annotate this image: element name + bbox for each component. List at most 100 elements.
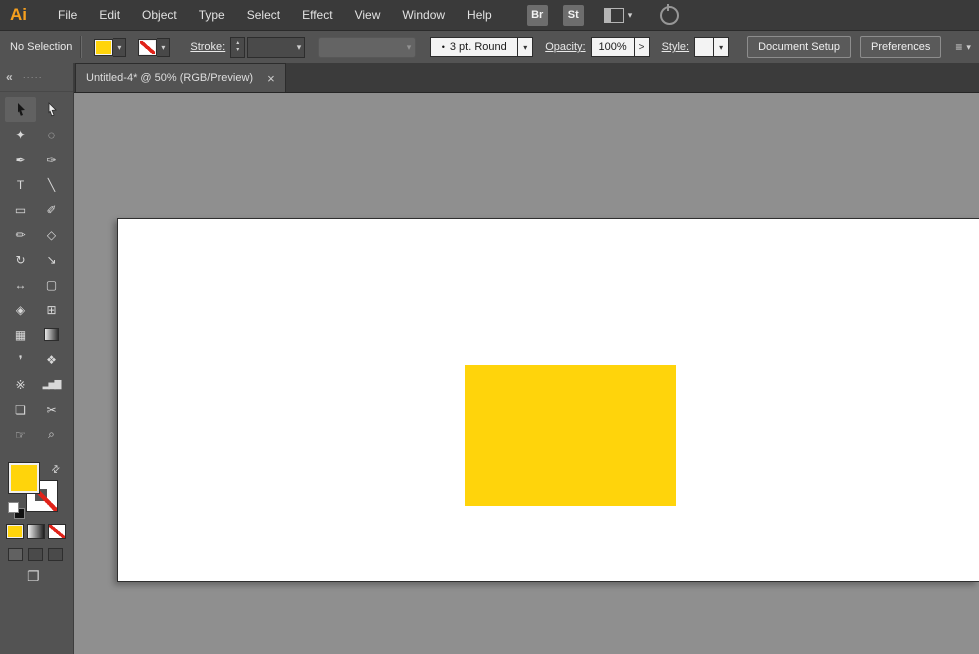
drag-grip-icon[interactable]: ····· — [23, 72, 43, 82]
curvature-tool[interactable]: ✑ — [36, 147, 67, 172]
collapse-panel-icon[interactable]: « — [6, 70, 13, 84]
direct-selection-tool[interactable] — [36, 97, 67, 122]
style-label[interactable]: Style: — [662, 41, 690, 53]
gradient-mode-button[interactable] — [27, 524, 45, 539]
fill-color-combo: ▾ — [94, 38, 126, 57]
control-bar: No Selection ▾ ▾ Stroke: ▴ ▾ ▾ ▾ • 3 pt.… — [0, 31, 979, 64]
stock-button[interactable]: St — [563, 5, 584, 26]
bridge-button[interactable]: Br — [527, 5, 548, 26]
menu-effect[interactable]: Effect — [291, 0, 343, 30]
opacity-dropdown[interactable]: > — [635, 37, 650, 57]
chevron-down-icon: ▾ — [161, 43, 165, 52]
fill-color-swatch[interactable] — [94, 39, 113, 56]
free-transform-tool[interactable]: ▢ — [36, 272, 67, 297]
menu-help[interactable]: Help — [456, 0, 503, 30]
document-tab[interactable]: Untitled-4* @ 50% (RGB/Preview) × — [75, 63, 286, 92]
stroke-weight-dropdown[interactable]: ▾ — [247, 37, 305, 58]
chevron-down-icon: ▾ — [297, 42, 302, 53]
document-setup-button[interactable]: Document Setup — [747, 36, 851, 58]
column-graph-tool[interactable]: ▂▅▇ — [36, 372, 67, 397]
slice-tool[interactable]: ✂ — [36, 397, 67, 422]
lasso-tool[interactable]: ◌ — [36, 122, 67, 147]
magic-wand-tool[interactable]: ✦ — [5, 122, 36, 147]
tools-panel: « ····· ✦ ◌ ✒ ✑ T ╲ ▭ ✐ ✏ ◇ ↻ ↘ ↔ ▢ ◈ ⊞ … — [0, 63, 74, 654]
preferences-button[interactable]: Preferences — [860, 36, 941, 58]
zoom-tool[interactable]: ⌕ — [36, 422, 67, 447]
mesh-tool[interactable]: ▦ — [5, 322, 36, 347]
menu-select[interactable]: Select — [236, 0, 291, 30]
selection-tool[interactable] — [5, 97, 36, 122]
brush-definition-chevron[interactable]: ▾ — [518, 37, 533, 57]
panel-flyout-icon[interactable]: ≡ ▾ — [955, 40, 971, 54]
fill-color-dropdown[interactable]: ▾ — [113, 38, 126, 57]
artboard — [117, 218, 979, 582]
none-mode-button[interactable] — [48, 524, 66, 539]
eraser-tool[interactable]: ◇ — [36, 222, 67, 247]
scale-icon: ↘ — [46, 253, 56, 267]
style-dropdown[interactable] — [694, 37, 714, 57]
screen-mode-button[interactable]: ❐ — [27, 568, 40, 585]
stroke-weight-stepper[interactable]: ▴ ▾ — [230, 37, 245, 58]
default-fill-stroke-icon[interactable] — [8, 502, 26, 518]
rotate-tool[interactable]: ↻ — [5, 247, 36, 272]
menu-file[interactable]: File — [47, 0, 88, 30]
draw-behind-button[interactable] — [28, 548, 43, 561]
drawing-mode-buttons — [8, 548, 68, 561]
variable-width-profile-dropdown[interactable]: ▾ — [318, 37, 416, 58]
close-icon[interactable]: × — [267, 72, 275, 85]
yellow-rectangle-shape[interactable] — [465, 365, 676, 506]
width-icon: ↔ — [15, 278, 27, 292]
gradient-tool[interactable] — [36, 322, 67, 347]
swap-fill-stroke-icon[interactable]: ⇄ — [49, 463, 63, 477]
align-lines-icon: ≡ — [955, 40, 962, 54]
stroke-color-swatch[interactable] — [138, 39, 157, 56]
width-tool[interactable]: ↔ — [5, 272, 36, 297]
pen-tool[interactable]: ✒ — [5, 147, 36, 172]
symbol-sprayer-icon: ※ — [15, 378, 25, 392]
perspective-grid-icon: ⊞ — [46, 303, 56, 317]
chevron-down-icon[interactable]: ▾ — [628, 10, 633, 21]
paintbrush-tool[interactable]: ✐ — [36, 197, 67, 222]
line-segment-tool[interactable]: ╲ — [36, 172, 67, 197]
style-dropdown-chevron[interactable]: ▾ — [714, 37, 729, 57]
perspective-grid-tool[interactable]: ⊞ — [36, 297, 67, 322]
shaper-tool[interactable]: ✏ — [5, 222, 36, 247]
scale-tool[interactable]: ↘ — [36, 247, 67, 272]
stepper-up-icon[interactable]: ▴ — [236, 40, 239, 47]
line-segment-icon: ╲ — [48, 178, 55, 192]
brush-definition-dropdown[interactable]: • 3 pt. Round — [430, 37, 518, 57]
draw-normal-button[interactable] — [8, 548, 23, 561]
menu-view[interactable]: View — [344, 0, 392, 30]
type-tool[interactable]: T — [5, 172, 36, 197]
paint-mode-buttons — [6, 524, 69, 539]
fill-proxy-swatch[interactable] — [8, 462, 40, 494]
blend-tool[interactable]: ❖ — [36, 347, 67, 372]
stroke-weight-label[interactable]: Stroke: — [190, 41, 225, 53]
workspace-switcher-icon[interactable] — [604, 8, 624, 23]
tools-panel-header: « ····· — [0, 63, 73, 92]
hand-tool[interactable]: ☞ — [5, 422, 36, 447]
color-mode-button[interactable] — [6, 524, 24, 539]
menu-type[interactable]: Type — [188, 0, 236, 30]
rotate-icon: ↻ — [15, 253, 25, 267]
opacity-label[interactable]: Opacity: — [545, 41, 585, 53]
draw-inside-button[interactable] — [48, 548, 63, 561]
opacity-input[interactable]: 100% — [591, 37, 635, 57]
menu-items: File Edit Object Type Select Effect View… — [47, 0, 503, 30]
menu-edit[interactable]: Edit — [88, 0, 131, 30]
menu-bar: Ai File Edit Object Type Select Effect V… — [0, 0, 979, 31]
stroke-color-dropdown[interactable]: ▾ — [157, 38, 170, 57]
paintbrush-icon: ✐ — [46, 203, 56, 217]
symbol-sprayer-tool[interactable]: ※ — [5, 372, 36, 397]
chevron-icon: > — [639, 42, 645, 53]
eyedropper-tool[interactable]: ❜ — [5, 347, 36, 372]
workspace-pane — [605, 9, 611, 22]
menu-window[interactable]: Window — [391, 0, 456, 30]
shape-builder-tool[interactable]: ◈ — [5, 297, 36, 322]
sync-settings-icon[interactable] — [660, 6, 679, 25]
rectangle-tool[interactable]: ▭ — [5, 197, 36, 222]
stepper-down-icon[interactable]: ▾ — [236, 47, 239, 54]
menu-object[interactable]: Object — [131, 0, 188, 30]
artboard-tool[interactable]: ❏ — [5, 397, 36, 422]
direct-selection-arrow-icon — [46, 102, 58, 117]
